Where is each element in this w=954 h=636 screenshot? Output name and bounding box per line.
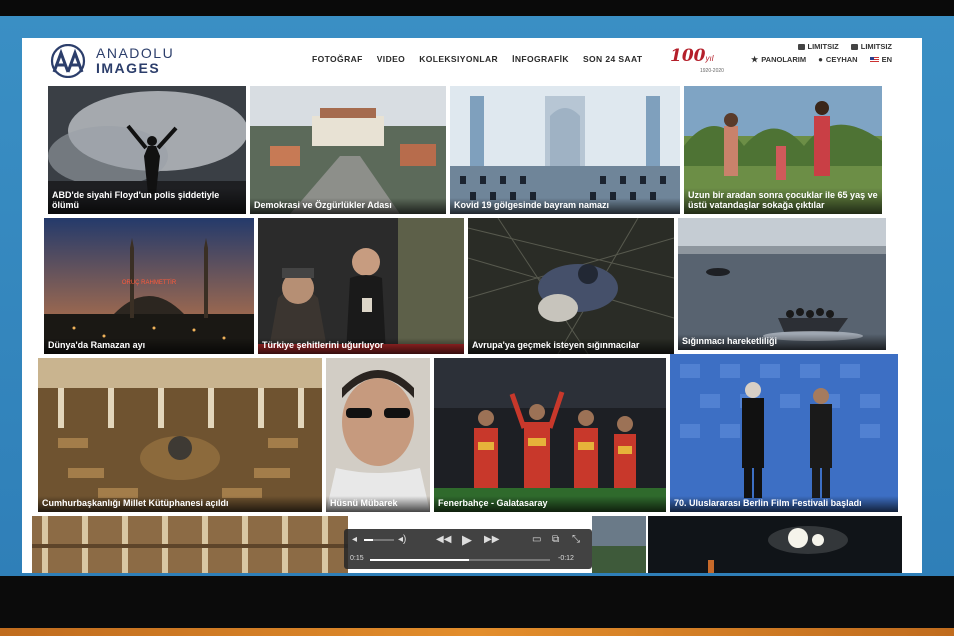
gallery-tile[interactable]: Türkiye şehitlerini uğurluyor bbox=[258, 218, 464, 354]
tile-caption: Demokrasi ve Özgürlükler Adası bbox=[250, 198, 446, 214]
tile-caption: Fenerbahçe - Galatasaray bbox=[434, 496, 666, 512]
video-player-controls: ◂ ◂) ◀◀ ▶ ▶▶ ▭ ⧉ ⤡ 0:15 -0:12 bbox=[344, 529, 592, 569]
video-icon bbox=[850, 43, 858, 50]
gallery-tile[interactable]: Avrupa'ya geçmek isteyen sığınmacılar bbox=[468, 218, 674, 354]
night-lights-photo bbox=[648, 516, 902, 573]
boards-label: PANOLARIM bbox=[761, 55, 807, 64]
rewind-icon[interactable]: ◀◀ bbox=[436, 534, 451, 545]
svg-text:ORUÇ RAHMETTİR: ORUÇ RAHMETTİR bbox=[122, 279, 177, 286]
tile-caption: Hüsnü Mübarek bbox=[326, 496, 430, 512]
football-celebration-photo bbox=[434, 358, 666, 512]
tile-caption: Avrupa'ya geçmek isteyen sığınmacılar bbox=[468, 338, 674, 354]
seek-bar[interactable] bbox=[370, 559, 550, 561]
image-icon bbox=[797, 43, 805, 50]
anniversary-years: 1920-2020 bbox=[700, 68, 724, 74]
web-page: ANADOLU IMAGES FOTOĞRAF VIDEO KOLEKSIYON… bbox=[22, 38, 922, 573]
gallery-tile[interactable]: ORUÇ RAHMETTİR Dünya'da Ramazan ayı bbox=[44, 218, 254, 354]
gallery-tile[interactable] bbox=[648, 516, 902, 573]
utility-bar: LIMITSIZ LIMITSIZ ★ PANOLARIM ● CEYHAN EN bbox=[751, 42, 892, 64]
volume-fill bbox=[364, 539, 373, 541]
brand-name: ANADOLU IMAGES bbox=[96, 46, 174, 76]
video-limit-label: LIMITSIZ bbox=[860, 42, 892, 51]
tile-caption: Türkiye şehitlerini uğurluyor bbox=[258, 338, 464, 354]
berlinale-photo bbox=[670, 354, 898, 512]
gallery-tile[interactable]: Cumhurbaşkanlığı Millet Kütüphanesi açıl… bbox=[38, 358, 322, 512]
volume-high-icon[interactable]: ◂) bbox=[398, 534, 406, 545]
tile-caption: Cumhurbaşkanlığı Millet Kütüphanesi açıl… bbox=[38, 496, 322, 512]
fullscreen-icon[interactable]: ⤡ bbox=[572, 534, 580, 545]
boards-link[interactable]: ★ PANOLARIM bbox=[751, 55, 806, 64]
portrait-photo bbox=[326, 358, 430, 512]
photo-limit-label: LIMITSIZ bbox=[807, 42, 839, 51]
ramadan-mosque-photo: ORUÇ RAHMETTİR bbox=[44, 218, 254, 354]
desk-strip bbox=[0, 628, 954, 636]
gallery-tile[interactable]: Fenerbahçe - Galatasaray bbox=[434, 358, 666, 512]
gallery-tile[interactable] bbox=[592, 516, 646, 573]
gallery-tile[interactable]: Sığınmacı hareketliliği bbox=[678, 218, 886, 350]
volume-slider[interactable] bbox=[364, 539, 394, 541]
tile-caption: Dünya'da Ramazan ayı bbox=[44, 338, 254, 354]
elapsed-time: 0:15 bbox=[350, 555, 364, 562]
video-limit[interactable]: LIMITSIZ bbox=[850, 42, 892, 51]
tile-caption: Sığınmacı hareketliliği bbox=[678, 334, 886, 350]
brand-line2: IMAGES bbox=[96, 60, 161, 76]
sea-boat-photo bbox=[678, 218, 886, 350]
gallery-tile[interactable]: Demokrasi ve Özgürlükler Adası bbox=[250, 86, 446, 214]
nav-collections[interactable]: KOLEKSIYONLAR bbox=[419, 54, 498, 64]
remaining-time: -0:12 bbox=[558, 555, 574, 562]
nav-photo[interactable]: FOTOĞRAF bbox=[312, 54, 363, 64]
anniversary-number: 100 bbox=[670, 46, 706, 66]
user-menu[interactable]: ● CEYHAN bbox=[818, 55, 858, 64]
gallery-tile[interactable]: Hüsnü Mübarek bbox=[326, 358, 430, 512]
gallery-tile[interactable]: 70. Uluslararası Berlin Film Festivali b… bbox=[670, 354, 898, 512]
site-logo[interactable]: ANADOLU IMAGES bbox=[46, 44, 174, 78]
tile-caption: 70. Uluslararası Berlin Film Festivali b… bbox=[670, 496, 898, 512]
library-shelves-photo bbox=[32, 516, 348, 573]
tile-caption: Kovid 19 gölgesinde bayram namazı bbox=[450, 198, 680, 214]
tile-caption: Uzun bir aradan sonra çocuklar ile 65 ya… bbox=[684, 188, 882, 214]
nav-video[interactable]: VIDEO bbox=[377, 54, 405, 64]
fast-forward-icon[interactable]: ▶▶ bbox=[484, 534, 499, 545]
tile-caption: ABD'de siyahi Floyd'un polis şiddetiyle … bbox=[48, 188, 246, 214]
gallery-tile[interactable]: Uzun bir aradan sonra çocuklar ile 65 ya… bbox=[684, 86, 882, 214]
star-icon: ★ bbox=[751, 55, 759, 64]
anniversary-badge: 100yıl 1920-2020 bbox=[670, 46, 724, 74]
island-photo bbox=[250, 86, 446, 214]
language-label: EN bbox=[881, 55, 892, 64]
airplay-icon[interactable]: ▭ bbox=[532, 534, 541, 545]
user-name: CEYHAN bbox=[825, 55, 858, 64]
stadium-photo bbox=[592, 516, 646, 573]
anniversary-suffix: yıl bbox=[705, 54, 714, 63]
library-interior-photo bbox=[38, 358, 322, 512]
pip-icon[interactable]: ⧉ bbox=[552, 534, 559, 545]
volume-low-icon[interactable]: ◂ bbox=[352, 534, 357, 545]
aa-logo-icon bbox=[50, 44, 86, 78]
site-header: ANADOLU IMAGES FOTOĞRAF VIDEO KOLEKSIYON… bbox=[22, 38, 922, 84]
mosque-prayer-photo bbox=[450, 86, 680, 214]
gallery-tile[interactable]: Kovid 19 gölgesinde bayram namazı bbox=[450, 86, 680, 214]
gallery-tile[interactable] bbox=[32, 516, 348, 573]
gallery-tile[interactable]: ABD'de siyahi Floyd'un polis şiddetiyle … bbox=[48, 86, 246, 214]
nav-infographic[interactable]: İNFOGRAFİK bbox=[512, 54, 569, 64]
monitor-bezel bbox=[0, 576, 954, 636]
main-nav: FOTOĞRAF VIDEO KOLEKSIYONLAR İNFOGRAFİK … bbox=[312, 54, 642, 64]
photo-limit[interactable]: LIMITSIZ bbox=[797, 42, 839, 51]
language-switch[interactable]: EN bbox=[869, 55, 892, 64]
seek-fill bbox=[370, 559, 469, 561]
nav-last-24h[interactable]: SON 24 SAAT bbox=[583, 54, 643, 64]
funeral-photo bbox=[258, 218, 464, 354]
user-icon: ● bbox=[818, 55, 823, 64]
us-flag-icon bbox=[869, 56, 879, 63]
migrants-fence-photo bbox=[468, 218, 674, 354]
brand-line1: ANADOLU bbox=[96, 45, 175, 61]
monitor-screen: ANADOLU IMAGES FOTOĞRAF VIDEO KOLEKSIYON… bbox=[0, 16, 954, 576]
play-icon[interactable]: ▶ bbox=[462, 532, 472, 548]
